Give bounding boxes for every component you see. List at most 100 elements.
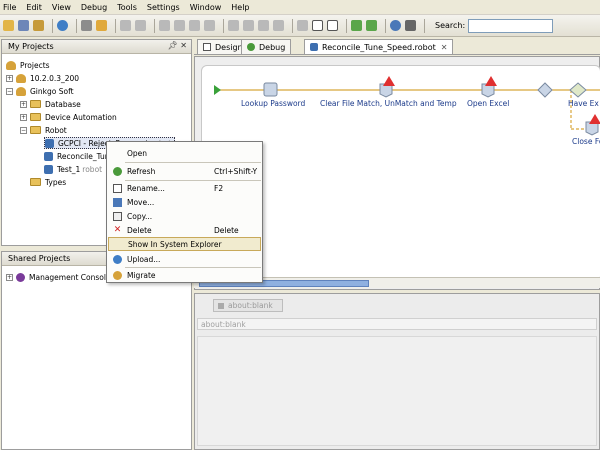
folder-icon (30, 126, 41, 134)
menu-item-move[interactable]: Move... (108, 195, 261, 209)
menu-item-copy[interactable]: Copy... (108, 209, 261, 223)
browser-pane: about:blank about:blank (194, 293, 600, 450)
step-over-icon[interactable] (258, 20, 269, 31)
paste-icon[interactable] (189, 20, 200, 31)
browser-tab[interactable]: about:blank (213, 299, 283, 312)
tree-item-device-automation[interactable]: + Device Automation (20, 111, 117, 123)
tree-item-label: Projects (20, 60, 50, 70)
expand-icon[interactable]: + (20, 100, 27, 108)
tree-item-label: Robot (45, 125, 67, 135)
open-folder-icon[interactable] (3, 20, 14, 31)
toolbar-separator (76, 18, 77, 33)
branch-node[interactable] (569, 82, 587, 98)
refresh-icon (113, 166, 122, 176)
tree-item-robot[interactable]: − Robot (20, 124, 67, 136)
run-icon[interactable] (96, 20, 107, 31)
breakpoint-icon[interactable] (297, 20, 308, 31)
menu-item-shortcut: F2 (214, 183, 224, 193)
menu-window[interactable]: Window (190, 3, 222, 12)
tab-label: Reconcile_Tune_Speed.robot (322, 42, 436, 52)
step-icon[interactable] (243, 20, 254, 31)
window2-icon[interactable] (327, 20, 338, 31)
menu-debug[interactable]: Debug (81, 3, 107, 12)
step-forward-icon[interactable] (273, 20, 284, 31)
design-icon (203, 43, 211, 51)
menu-item-rename[interactable]: Rename... F2 (108, 181, 261, 195)
undo-icon[interactable] (120, 20, 131, 31)
server-icon (16, 86, 26, 96)
debug-b-icon[interactable] (366, 20, 377, 31)
upload-icon (113, 254, 122, 264)
stop-icon[interactable] (81, 20, 92, 31)
blank-icon (113, 149, 122, 158)
redo-icon[interactable] (135, 20, 146, 31)
panel-controls[interactable]: 📌︎ ✕ (168, 41, 187, 50)
tree-item-label: Management Console ( (29, 272, 116, 282)
tree-item-types[interactable]: Types (30, 176, 66, 188)
tree-item-projects[interactable]: Projects (6, 59, 50, 71)
save-all-icon[interactable] (33, 20, 44, 31)
tool-icon[interactable] (405, 20, 416, 31)
tree-item-reconcile-tune[interactable]: Reconcile_Tune (44, 150, 114, 162)
delete-icon[interactable] (204, 20, 215, 31)
expand-icon[interactable]: + (6, 273, 13, 281)
menu-settings[interactable]: Settings (147, 3, 180, 12)
menu-bar: File Edit View Debug Tools Settings Wind… (0, 0, 600, 15)
tab-reconcile-tune-speed[interactable]: Reconcile_Tune_Speed.robot ✕ (304, 39, 454, 54)
copy-icon[interactable] (174, 20, 185, 31)
menu-help[interactable]: Help (231, 3, 249, 12)
search-input[interactable] (468, 18, 554, 33)
save-icon[interactable] (18, 20, 29, 31)
menu-view[interactable]: View (52, 3, 71, 12)
menu-item-label: Copy... (127, 211, 153, 221)
close-icon[interactable]: ✕ (180, 41, 187, 50)
toolbar-separator (292, 18, 293, 33)
menu-item-upload[interactable]: Upload... (108, 252, 261, 266)
menu-item-migrate[interactable]: Migrate (108, 268, 261, 282)
tree-item-database[interactable]: + Database (20, 98, 81, 110)
globe-icon[interactable] (57, 20, 68, 31)
menu-edit[interactable]: Edit (26, 3, 42, 12)
tree-item-label: Database (45, 99, 81, 109)
collapse-icon[interactable]: − (6, 87, 13, 95)
menu-item-delete[interactable]: ✕ Delete Delete (108, 223, 261, 237)
browser-tab-label: about:blank (228, 301, 273, 310)
migrate-icon (113, 270, 122, 280)
expand-icon[interactable]: + (20, 113, 27, 121)
pin-icon[interactable]: 📌︎ (168, 41, 178, 50)
warning-icon (485, 76, 497, 86)
folder-icon (30, 113, 41, 121)
help-icon[interactable] (390, 20, 401, 31)
menu-item-label: Rename... (127, 183, 165, 193)
step-back-icon[interactable] (228, 20, 239, 31)
decision-node[interactable] (537, 82, 553, 98)
debug-a-icon[interactable] (351, 20, 362, 31)
cut-icon[interactable] (159, 20, 170, 31)
menu-item-show-in-system-explorer[interactable]: Show In System Explorer (108, 237, 261, 251)
expand-icon[interactable]: + (6, 74, 13, 82)
collapse-icon[interactable]: − (20, 126, 27, 134)
step-node-lookup-password[interactable] (263, 82, 278, 97)
toolbar: Search: (0, 15, 600, 37)
menu-file[interactable]: File (3, 3, 16, 12)
tree-item-label: Types (45, 177, 67, 187)
robot-icon (45, 138, 54, 148)
tree-item-server-1[interactable]: + 10.2.0.3_200 (6, 72, 79, 84)
menu-item-refresh[interactable]: Refresh Ctrl+Shift-Y (108, 164, 261, 178)
browser-content[interactable] (197, 336, 597, 446)
menu-tools[interactable]: Tools (117, 3, 137, 12)
tree-item-management-console[interactable]: + Management Console ( (6, 271, 116, 283)
address-bar[interactable]: about:blank (197, 318, 597, 330)
tree-item-ginkgo-soft[interactable]: − Ginkgo Soft (6, 85, 74, 97)
tree-item-test-1[interactable]: Test_1 robot (44, 163, 102, 175)
start-arrow-icon (214, 85, 221, 95)
tree-item-label: Device Automation (45, 112, 117, 122)
menu-item-open[interactable]: Open (108, 146, 261, 160)
window-icon[interactable] (312, 20, 323, 31)
robot-icon (44, 151, 53, 161)
server-icon (16, 73, 26, 83)
tab-debug[interactable]: Debug (241, 39, 292, 54)
blank-icon (114, 240, 123, 249)
page-icon (218, 302, 224, 309)
tab-close-icon[interactable]: ✕ (441, 43, 448, 52)
